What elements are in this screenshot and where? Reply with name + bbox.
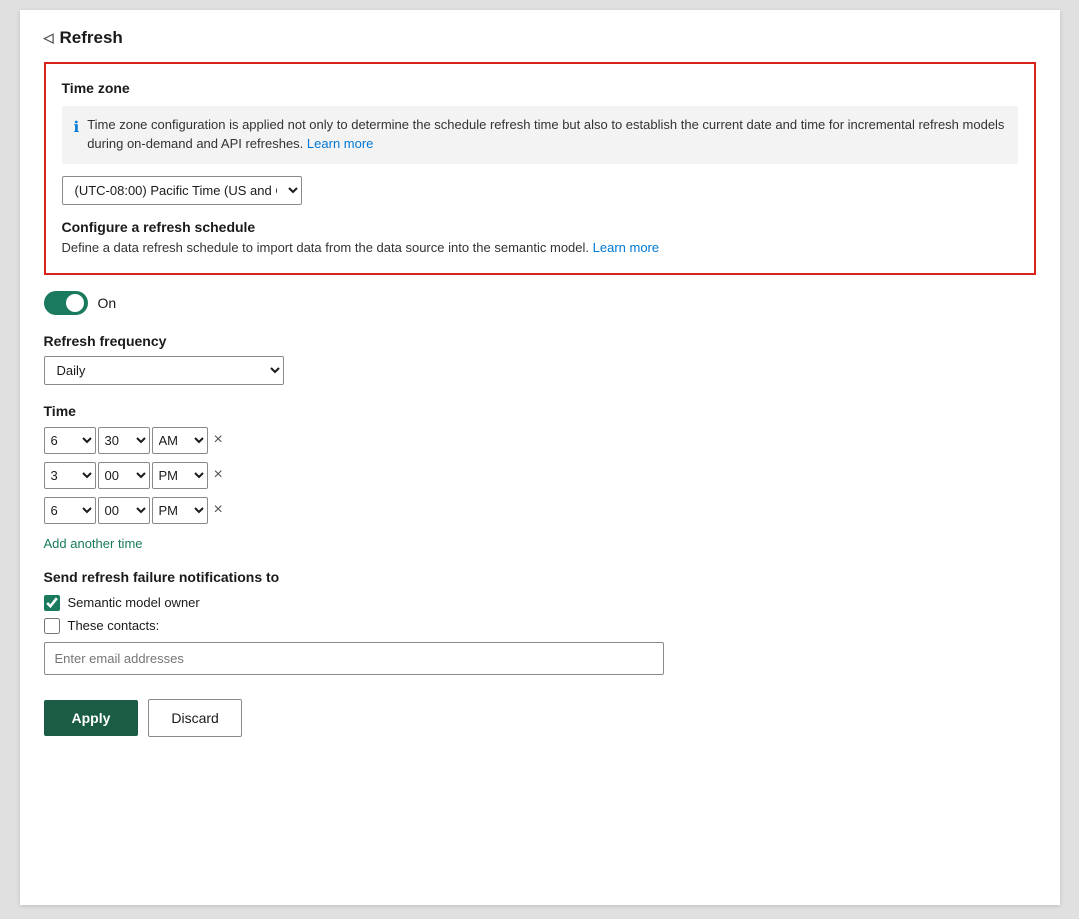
apply-button[interactable]: Apply (44, 700, 139, 736)
time-3-ampm[interactable]: PMAM (152, 497, 208, 524)
page-title: ◁ Refresh (44, 28, 1036, 48)
timezone-info-box: ℹ Time zone configuration is applied not… (62, 106, 1018, 164)
timezone-learn-more-link[interactable]: Learn more (307, 136, 373, 151)
frequency-select[interactable]: Daily Weekly (44, 356, 284, 385)
email-input[interactable] (44, 642, 664, 675)
schedule-toggle[interactable] (44, 291, 88, 315)
notifications-heading: Send refresh failure notifications to (44, 569, 1036, 585)
info-icon: ℹ (74, 117, 80, 139)
add-time-link[interactable]: Add another time (44, 536, 143, 551)
toggle-thumb (66, 294, 84, 312)
notification-owner-label: Semantic model owner (68, 595, 200, 610)
time-1-minute[interactable]: 30001545 (98, 427, 150, 454)
time-1-ampm[interactable]: AMPM (152, 427, 208, 454)
time-3-hour[interactable]: 612345789101112 (44, 497, 96, 524)
frequency-label: Refresh frequency (44, 333, 1036, 349)
timezone-info-text: Time zone configuration is applied not o… (87, 116, 1005, 154)
time-1-hour[interactable]: 612345789101112 (44, 427, 96, 454)
timezone-config-section: Time zone ℹ Time zone configuration is a… (44, 62, 1036, 275)
button-row: Apply Discard (44, 699, 1036, 737)
notification-owner-checkbox[interactable] (44, 595, 60, 611)
notification-owner-row: Semantic model owner (44, 595, 1036, 611)
time-row-1: 612345789101112 30001545 AMPM × (44, 427, 1036, 454)
back-arrow-icon: ◁ (44, 30, 54, 46)
schedule-toggle-row: On (44, 291, 1036, 315)
schedule-learn-more-link[interactable]: Learn more (593, 240, 659, 255)
notification-contacts-label: These contacts: (68, 618, 160, 633)
time-2-minute[interactable]: 00153045 (98, 462, 150, 489)
main-container: ◁ Refresh Time zone ℹ Time zone configur… (20, 10, 1060, 905)
time-row-3: 612345789101112 00153045 PMAM × (44, 497, 1036, 524)
timezone-select[interactable]: (UTC-08:00) Pacific Time (US and Can (UT… (62, 176, 302, 205)
time-2-hour[interactable]: 312456789101112 (44, 462, 96, 489)
configure-schedule-heading: Configure a refresh schedule (62, 219, 1018, 235)
configure-schedule-desc: Define a data refresh schedule to import… (62, 240, 1018, 255)
time-label: Time (44, 403, 1036, 419)
time-2-remove-button[interactable]: × (210, 467, 227, 483)
time-3-minute[interactable]: 00153045 (98, 497, 150, 524)
time-1-remove-button[interactable]: × (210, 432, 227, 448)
page-title-text: Refresh (60, 28, 123, 48)
time-2-ampm[interactable]: PMAM (152, 462, 208, 489)
discard-button[interactable]: Discard (148, 699, 241, 737)
time-row-2: 312456789101112 00153045 PMAM × (44, 462, 1036, 489)
toggle-label: On (98, 295, 117, 311)
timezone-heading: Time zone (62, 80, 1018, 96)
notification-contacts-checkbox[interactable] (44, 618, 60, 634)
notification-contacts-row: These contacts: (44, 618, 1036, 634)
time-3-remove-button[interactable]: × (210, 502, 227, 518)
